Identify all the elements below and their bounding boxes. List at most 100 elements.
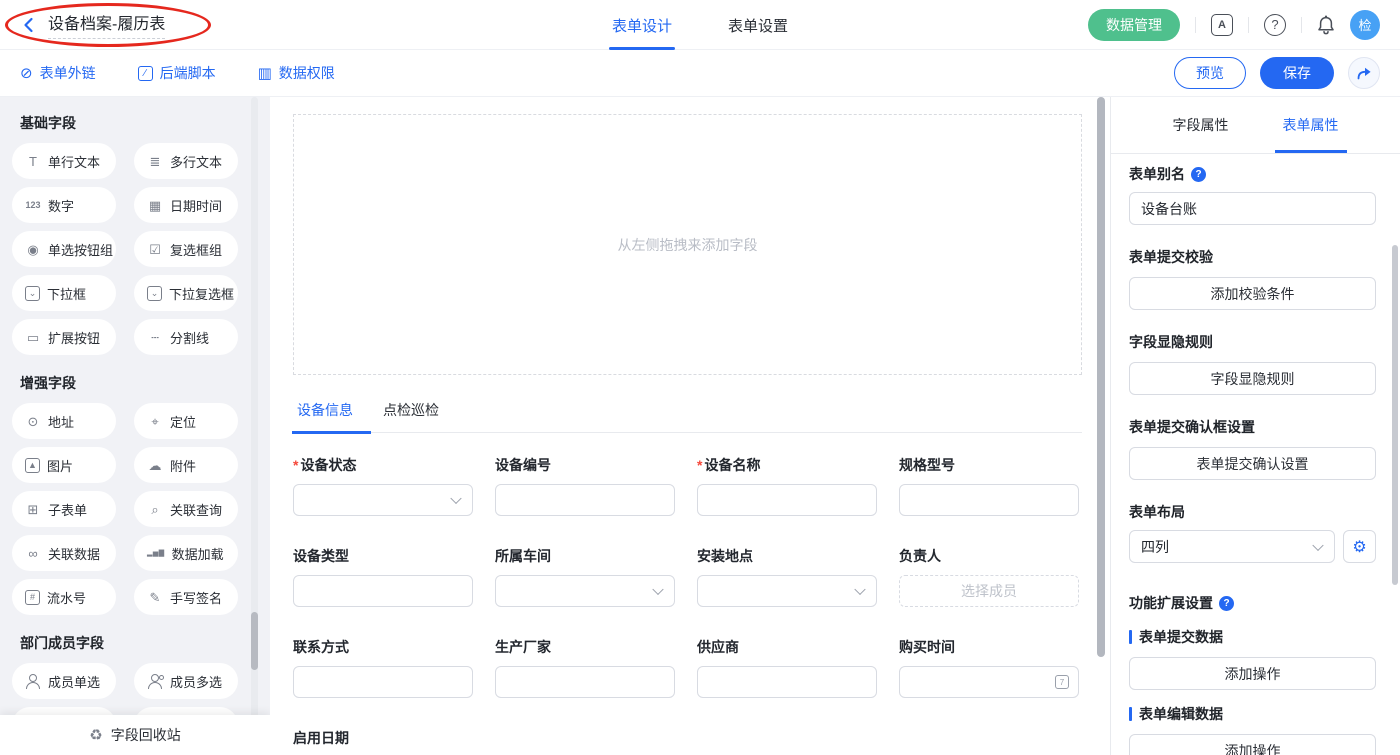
submit-validation-heading: 表单提交校验 — [1129, 247, 1376, 267]
field-pill[interactable]: 123数字 — [12, 187, 116, 223]
manufacturer-input[interactable] — [495, 666, 675, 698]
tab-form-design[interactable]: 表单设计 — [612, 0, 672, 50]
back-chevron-icon — [20, 16, 38, 34]
edit-data-subheading: 表单编辑数据 — [1129, 704, 1376, 724]
submit-data-add-action-button[interactable]: 添加操作 — [1129, 657, 1376, 690]
field-pill[interactable]: ☑ 复选框组 — [134, 231, 238, 267]
field-pill[interactable]: ∞关联数据 — [12, 535, 116, 571]
panel-scrollbar-thumb[interactable] — [1392, 245, 1398, 585]
tab-form-properties[interactable]: 表单属性 — [1283, 97, 1339, 153]
field-pill-label: 成员多选 — [170, 672, 222, 691]
device-code-input[interactable] — [495, 484, 675, 516]
backend-script-action[interactable]: ∕ 后端脚本 — [138, 63, 216, 83]
help-icon[interactable]: ? — [1219, 596, 1234, 611]
extend-button-icon: ▭ — [25, 331, 41, 344]
field-pill[interactable]: ⌖定位 — [134, 403, 238, 439]
field-pill[interactable]: ⊙地址 — [12, 403, 116, 439]
edit-data-add-action-button[interactable]: 添加操作 — [1129, 734, 1376, 755]
field-pill[interactable]: ⌄下拉框 — [12, 275, 116, 311]
section-title-enhanced-fields: 增强字段 — [20, 373, 270, 393]
external-link-action[interactable]: ⊘ 表单外链 — [20, 63, 96, 83]
field-pill[interactable]: 成员多选 — [134, 663, 238, 699]
canvas-scrollbar-thumb[interactable] — [1097, 97, 1105, 657]
form-title[interactable]: 设备档案-履历表 — [48, 10, 165, 39]
field-pill[interactable]: ▂▅▇数据加载 — [134, 535, 238, 571]
header-actions: 数据管理 A ? 检 — [1088, 9, 1380, 41]
linked-query-icon: ⌕ — [147, 503, 163, 516]
add-validation-button[interactable]: 添加校验条件 — [1129, 277, 1376, 310]
multi-dropdown-icon: ⌄ — [147, 286, 162, 301]
backend-script-label: 后端脚本 — [160, 63, 216, 83]
sidebar-scrollbar-thumb[interactable] — [251, 612, 258, 670]
tab-device-info[interactable]: 设备信息 — [295, 400, 355, 432]
field-pill[interactable]: ≣多行文本 — [134, 143, 238, 179]
attachment-icon: ☁ — [147, 459, 163, 472]
device-name-input[interactable] — [697, 484, 877, 516]
field-pill[interactable]: #流水号 — [12, 579, 116, 615]
tab-form-settings[interactable]: 表单设置 — [728, 0, 788, 50]
tab-inspection[interactable]: 点检巡检 — [381, 400, 441, 432]
purchase-date-picker[interactable]: 7 — [899, 666, 1079, 698]
field-dropzone[interactable]: 从左侧拖拽来添加字段 — [293, 114, 1082, 375]
data-manage-button[interactable]: 数据管理 — [1088, 9, 1180, 41]
signature-icon: ✎ — [147, 591, 163, 604]
field-pill[interactable]: 成员单选 — [12, 663, 116, 699]
field-pill[interactable]: ⊞子表单 — [12, 491, 116, 527]
workshop-select[interactable] — [495, 575, 675, 607]
field-label: 负责人 — [899, 546, 941, 566]
back-button[interactable] — [20, 16, 38, 34]
field-label: 安装地点 — [697, 546, 753, 566]
chevron-down-icon — [1312, 539, 1323, 550]
field-label: 设备状态 — [300, 455, 356, 475]
enhanced-fields-grid: ⊙地址 ⌖定位 ▲图片 ☁ 附件 ⊞子表单 ⌕关联查询 ∞关联数据 ▂▅▇数据加载… — [12, 403, 270, 615]
spec-model-input[interactable] — [899, 484, 1079, 516]
required-mark: * — [697, 457, 702, 473]
field-pill-label: 多行文本 — [170, 152, 222, 171]
data-permission-action[interactable]: ▥ 数据权限 — [258, 63, 335, 83]
chevron-down-icon — [652, 584, 663, 595]
layout-select[interactable]: 四列 — [1129, 530, 1335, 563]
submit-confirm-button[interactable]: 表单提交确认设置 — [1129, 447, 1376, 480]
contact-input[interactable] — [293, 666, 473, 698]
owner-member-picker[interactable]: 选择成员 — [899, 575, 1079, 607]
contacts-icon[interactable]: A — [1211, 14, 1233, 36]
user-avatar[interactable]: 检 — [1350, 10, 1380, 40]
field-recycle-bin[interactable]: ♻ 字段回收站 — [0, 715, 270, 755]
field-pill[interactable]: ✎手写签名 — [134, 579, 238, 615]
notification-bell-icon[interactable] — [1317, 15, 1335, 35]
form-field: *设备状态 — [293, 455, 473, 516]
form-fields-grid: *设备状态 设备编号 *设备名称 规格型号 设备类型 所属车间 — [293, 455, 1082, 755]
layout-settings-button[interactable]: ⚙ — [1343, 530, 1376, 563]
data-permission-label: 数据权限 — [279, 63, 335, 83]
supplier-input[interactable] — [697, 666, 877, 698]
field-pill[interactable]: ☁ 附件 — [134, 447, 238, 483]
help-icon[interactable]: ? — [1264, 14, 1286, 36]
field-pill-label: 复选框组 — [170, 240, 222, 259]
field-pill[interactable]: ▲图片 — [12, 447, 116, 483]
form-toolbar: ⊘ 表单外链 ∕ 后端脚本 ▥ 数据权限 预览 保存 — [0, 50, 1400, 97]
save-button[interactable]: 保存 — [1260, 57, 1334, 89]
preview-button[interactable]: 预览 — [1174, 57, 1246, 89]
image-icon: ▲ — [25, 458, 40, 473]
visibility-rules-heading: 字段显隐规则 — [1129, 332, 1376, 352]
field-pill[interactable]: ⌕关联查询 — [134, 491, 238, 527]
visibility-rules-button[interactable]: 字段显隐规则 — [1129, 362, 1376, 395]
checkbox-group-icon: ☑ — [147, 243, 163, 256]
device-type-input[interactable] — [293, 575, 473, 607]
device-status-select[interactable] — [293, 484, 473, 516]
help-icon[interactable]: ? — [1191, 167, 1206, 182]
tab-field-properties[interactable]: 字段属性 — [1173, 97, 1229, 153]
form-field: 负责人 选择成员 — [899, 546, 1079, 607]
field-pill[interactable]: ⌄下拉复选框 — [134, 275, 238, 311]
field-pill-label: 附件 — [170, 456, 196, 475]
install-location-select[interactable] — [697, 575, 877, 607]
field-pill[interactable]: T单行文本 — [12, 143, 116, 179]
field-pill[interactable]: ▦日期时间 — [134, 187, 238, 223]
share-button[interactable] — [1348, 57, 1380, 89]
field-pill[interactable]: ┄分割线 — [134, 319, 238, 355]
form-field: 生产厂家 — [495, 637, 675, 698]
field-pill[interactable]: ▭扩展按钮 — [12, 319, 116, 355]
form-alias-input[interactable] — [1129, 192, 1376, 225]
field-pill[interactable]: ◉单选按钮组 — [12, 231, 116, 267]
field-label: 生产厂家 — [495, 637, 551, 657]
